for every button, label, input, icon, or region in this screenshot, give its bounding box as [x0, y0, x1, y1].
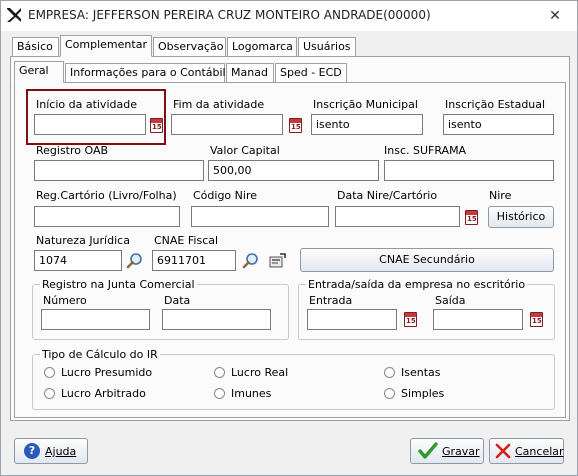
codigo-nire-label: Código Nire: [193, 189, 257, 202]
radio-circle[interactable]: [214, 388, 225, 399]
valor-capital-label: Valor Capital: [210, 144, 280, 157]
entrada-saida-legend: Entrada/saída da empresa no escritório: [306, 278, 528, 291]
saida-label: Saída: [435, 294, 466, 307]
geral-content: Início da atividade 15 Fim da atividade …: [0, 0, 578, 476]
cancel-button[interactable]: Cancelar: [489, 438, 564, 464]
saida-input[interactable]: [433, 309, 523, 330]
radio-circle[interactable]: [44, 367, 55, 378]
saida-calendar-icon[interactable]: 15: [530, 312, 543, 327]
data-label: Data: [164, 294, 191, 307]
cnae-fiscal-input[interactable]: 6911701: [152, 250, 236, 271]
radio-circle[interactable]: [44, 388, 55, 399]
check-icon: [418, 442, 438, 460]
natureza-juridica-search-icon[interactable]: [126, 252, 144, 270]
data-nire-calendar-icon[interactable]: 15: [465, 210, 478, 225]
data-input[interactable]: [162, 309, 271, 330]
data-nire-label: Data Nire/Cartório: [337, 189, 438, 202]
nire-label: Nire: [489, 189, 512, 202]
cnae-fiscal-label: CNAE Fiscal: [154, 234, 219, 247]
calculo-ir-group: [32, 354, 555, 410]
inicio-atividade-label: Início da atividade: [36, 98, 137, 111]
natureza-juridica-label: Natureza Jurídica: [36, 234, 130, 247]
registro-junta-legend: Registro na Junta Comercial: [40, 278, 197, 291]
historico-button[interactable]: Histórico: [488, 206, 554, 228]
cnae-edit-icon[interactable]: [268, 252, 288, 270]
inicio-atividade-calendar-icon[interactable]: 15: [150, 118, 163, 133]
inscricao-municipal-label: Inscrição Municipal: [313, 98, 418, 111]
insc-suframa-input[interactable]: [384, 160, 554, 181]
entrada-input[interactable]: [307, 309, 397, 330]
save-button[interactable]: Gravar: [410, 438, 484, 464]
cnae-fiscal-search-icon[interactable]: [242, 252, 260, 270]
numero-input[interactable]: [41, 309, 150, 330]
natureza-juridica-input[interactable]: 1074: [34, 250, 122, 271]
inscricao-estadual-input[interactable]: isento: [443, 114, 554, 135]
radio-label: Lucro Real: [231, 366, 289, 379]
cancel-label: Cancelar: [515, 445, 564, 458]
radio-circle[interactable]: [384, 388, 395, 399]
cnae-secundario-button[interactable]: CNAE Secundário: [300, 248, 554, 272]
inscricao-municipal-input[interactable]: isento: [311, 114, 423, 135]
entrada-label: Entrada: [309, 294, 353, 307]
help-label: Ajuda: [45, 445, 77, 458]
radio-circle[interactable]: [384, 367, 395, 378]
registro-oab-input[interactable]: [34, 160, 204, 181]
fim-atividade-label: Fim da atividade: [173, 98, 265, 111]
save-label: Gravar: [442, 445, 480, 458]
radio-circle[interactable]: [214, 367, 225, 378]
entrada-calendar-icon[interactable]: 15: [404, 312, 417, 327]
numero-label: Número: [43, 294, 87, 307]
fim-atividade-calendar-icon[interactable]: 15: [289, 118, 302, 133]
data-nire-input[interactable]: [335, 206, 460, 227]
reg-cartorio-label: Reg.Cartório (Livro/Folha): [36, 189, 177, 202]
help-button[interactable]: ? Ajuda: [14, 438, 88, 464]
radio-label: Lucro Arbitrado: [61, 387, 146, 400]
cancel-x-icon: [495, 443, 511, 459]
inscricao-estadual-label: Inscrição Estadual: [445, 98, 546, 111]
valor-capital-input[interactable]: 500,00: [208, 160, 379, 181]
radio-label: Isentas: [401, 366, 441, 379]
codigo-nire-input[interactable]: [191, 206, 329, 227]
radio-label: Lucro Presumido: [61, 366, 153, 379]
inicio-atividade-input[interactable]: [34, 114, 146, 135]
radio-label: Imunes: [231, 387, 272, 400]
reg-cartorio-input[interactable]: [34, 206, 180, 227]
help-icon: ?: [24, 443, 40, 459]
fim-atividade-input[interactable]: [171, 114, 283, 135]
registro-oab-label: Registro OAB: [36, 144, 109, 157]
insc-suframa-label: Insc. SUFRAMA: [384, 144, 467, 157]
radio-label: Simples: [401, 387, 445, 400]
calculo-ir-legend: Tipo de Cálculo do IR: [40, 348, 160, 361]
